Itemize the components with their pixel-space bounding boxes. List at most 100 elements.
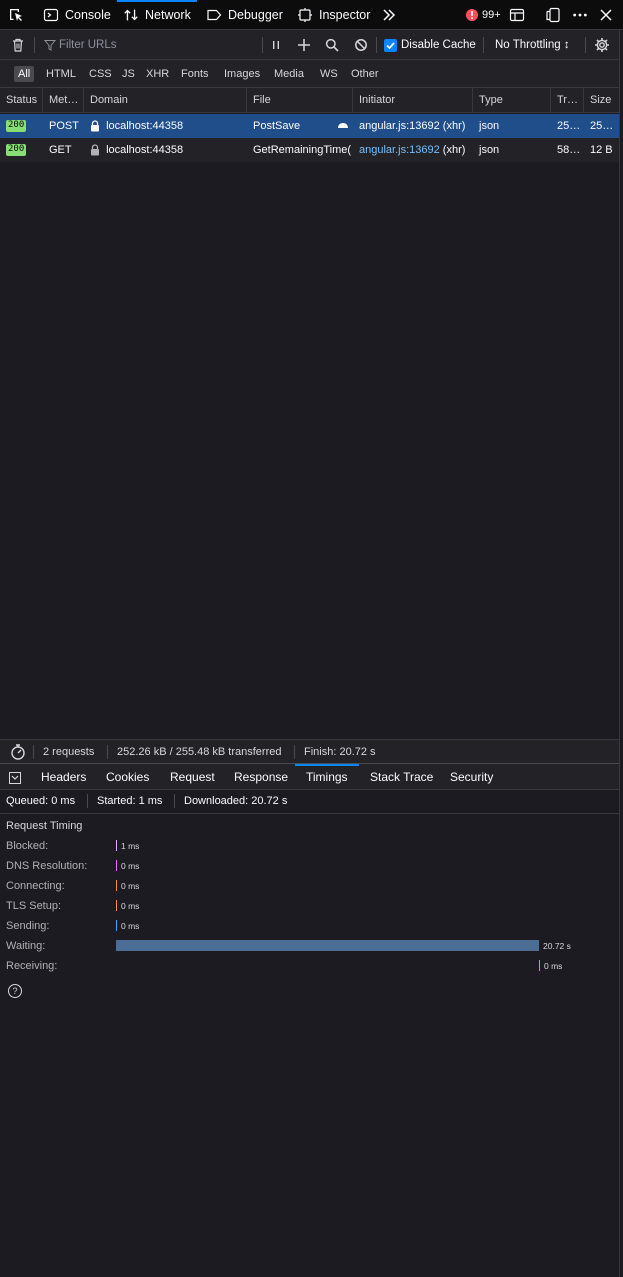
timing-label-tls: TLS Setup: bbox=[6, 900, 62, 912]
divider bbox=[87, 794, 88, 808]
more-options-button[interactable] bbox=[572, 0, 588, 30]
column-method[interactable]: Met… bbox=[43, 88, 84, 113]
close-icon bbox=[598, 7, 614, 23]
timing-value-dns: 0 ms bbox=[121, 861, 140, 871]
file-cell: PostSave bbox=[253, 120, 301, 132]
performance-analysis-button[interactable] bbox=[9, 741, 27, 765]
timing-mark-receiving bbox=[539, 960, 540, 971]
column-domain[interactable]: Domain bbox=[84, 88, 247, 113]
started-time: Started: 1 ms bbox=[97, 795, 163, 807]
initiator-link[interactable]: angular.js:13692 bbox=[359, 144, 440, 156]
tab-debugger[interactable]: Debugger bbox=[206, 0, 283, 30]
timing-mark-blocked bbox=[116, 840, 117, 851]
tab-console[interactable]: Console bbox=[43, 0, 111, 30]
filter-html[interactable]: HTML bbox=[42, 66, 80, 82]
pause-recording-button[interactable] bbox=[270, 30, 282, 60]
toggle-sidebar-button[interactable] bbox=[3, 764, 27, 790]
initiator-link[interactable]: angular.js:13692 bbox=[359, 120, 440, 132]
column-type[interactable]: Type bbox=[473, 88, 551, 113]
timing-label-receiving: Receiving: bbox=[6, 960, 58, 972]
filter-other[interactable]: Other bbox=[347, 66, 383, 82]
error-count: 99+ bbox=[482, 9, 501, 21]
tab-network-label: Network bbox=[145, 8, 191, 22]
initiator-suffix: (xhr) bbox=[442, 120, 466, 132]
request-count: 2 requests bbox=[43, 746, 95, 758]
method-cell: GET bbox=[49, 144, 72, 156]
split-console-button[interactable] bbox=[509, 0, 525, 30]
timing-value-receiving: 0 ms bbox=[544, 961, 563, 971]
size-cell: 25… bbox=[590, 120, 614, 132]
timing-mark-connecting bbox=[116, 880, 117, 891]
tab-inspector[interactable]: Inspector bbox=[297, 0, 370, 30]
downloaded-time: Downloaded: 20.72 s bbox=[184, 795, 288, 807]
timing-mark-dns bbox=[116, 860, 117, 871]
divider bbox=[294, 745, 295, 759]
table-row[interactable]: 200 POST localhost:44358 PostSave angula… bbox=[0, 114, 619, 138]
tab-stack-trace[interactable]: Stack Trace bbox=[359, 764, 444, 790]
lock-icon bbox=[90, 120, 100, 132]
add-request-blocking-button[interactable] bbox=[297, 30, 311, 60]
status-cell: 200 bbox=[0, 138, 43, 162]
column-size[interactable]: Size bbox=[584, 88, 619, 113]
tab-cookies[interactable]: Cookies bbox=[95, 764, 160, 790]
help-icon[interactable]: ? bbox=[8, 984, 22, 998]
column-status[interactable]: Status bbox=[0, 88, 43, 113]
timing-label-waiting: Waiting: bbox=[6, 940, 46, 952]
more-tabs-button[interactable] bbox=[381, 0, 397, 30]
debugger-icon bbox=[206, 7, 222, 23]
filter-xhr[interactable]: XHR bbox=[142, 66, 173, 82]
column-initiator[interactable]: Initiator bbox=[353, 88, 473, 113]
divider bbox=[107, 745, 108, 759]
element-picker-button[interactable] bbox=[8, 0, 24, 30]
clear-requests-button[interactable] bbox=[10, 30, 26, 60]
table-row[interactable]: 200 GET localhost:44358 GetRemainingTime… bbox=[0, 138, 619, 162]
type-cell: json bbox=[479, 144, 500, 156]
disable-cache-label: Disable Cache bbox=[401, 39, 476, 51]
timing-bar-waiting bbox=[116, 940, 539, 951]
timing-label-dns: DNS Resolution: bbox=[6, 860, 88, 872]
filter-media[interactable]: Media bbox=[270, 66, 308, 82]
tab-security[interactable]: Security bbox=[439, 764, 504, 790]
request-blocking-button[interactable] bbox=[354, 30, 368, 60]
transferred-cell: 58… bbox=[557, 144, 581, 156]
initiator-cell: angular.js:13692 (xhr) bbox=[353, 114, 473, 138]
pause-icon bbox=[270, 39, 282, 51]
timing-value-blocked: 1 ms bbox=[121, 841, 140, 851]
tab-console-label: Console bbox=[65, 8, 111, 22]
network-settings-button[interactable] bbox=[594, 30, 610, 60]
search-button[interactable] bbox=[325, 30, 339, 60]
tab-headers[interactable]: Headers bbox=[30, 764, 97, 790]
filter-urls-placeholder: Filter URLs bbox=[59, 39, 117, 51]
column-file[interactable]: File bbox=[247, 88, 353, 113]
timings-summary: Queued: 0 ms Started: 1 ms Downloaded: 2… bbox=[0, 790, 619, 814]
filter-fonts[interactable]: Fonts bbox=[177, 66, 213, 82]
timing-mark-sending bbox=[116, 920, 117, 931]
request-timing-title: Request Timing bbox=[6, 820, 83, 832]
error-icon bbox=[464, 7, 480, 23]
double-chevron-right-icon bbox=[381, 7, 397, 23]
requests-table-header: Status Met… Domain File Initiator Type T… bbox=[0, 88, 619, 113]
timing-label-connecting: Connecting: bbox=[6, 880, 65, 892]
filter-css[interactable]: CSS bbox=[85, 66, 116, 82]
devtools-toolbar: Console Network Debugger Inspector 99+ bbox=[0, 0, 623, 30]
search-icon bbox=[325, 38, 339, 52]
dock-options-button[interactable] bbox=[545, 0, 561, 30]
tab-response[interactable]: Response bbox=[223, 764, 299, 790]
tab-network[interactable]: Network bbox=[117, 0, 197, 30]
column-transferred[interactable]: Tr… bbox=[551, 88, 584, 113]
status-cell: 200 bbox=[0, 114, 43, 138]
filter-all[interactable]: All bbox=[14, 66, 35, 82]
initiator-cell: angular.js:13692 (xhr) bbox=[353, 138, 473, 162]
throttling-select[interactable]: No Throttling ↕ bbox=[495, 30, 570, 60]
disable-cache-checkbox[interactable]: Disable Cache bbox=[384, 30, 476, 60]
filter-images[interactable]: Images bbox=[220, 66, 264, 82]
network-filter-bar: Filter URLs Disable Cache No Throttling … bbox=[0, 30, 619, 60]
filter-urls-input[interactable]: Filter URLs bbox=[44, 30, 258, 60]
filter-ws[interactable]: WS bbox=[316, 66, 342, 82]
network-summary-bar: 2 requests 252.26 kB / 255.48 kB transfe… bbox=[0, 739, 619, 764]
close-devtools-button[interactable] bbox=[598, 0, 614, 30]
tab-request[interactable]: Request bbox=[159, 764, 226, 790]
filter-js[interactable]: JS bbox=[118, 66, 139, 82]
error-count-badge[interactable]: 99+ bbox=[464, 0, 501, 30]
tab-timings[interactable]: Timings bbox=[295, 764, 359, 790]
